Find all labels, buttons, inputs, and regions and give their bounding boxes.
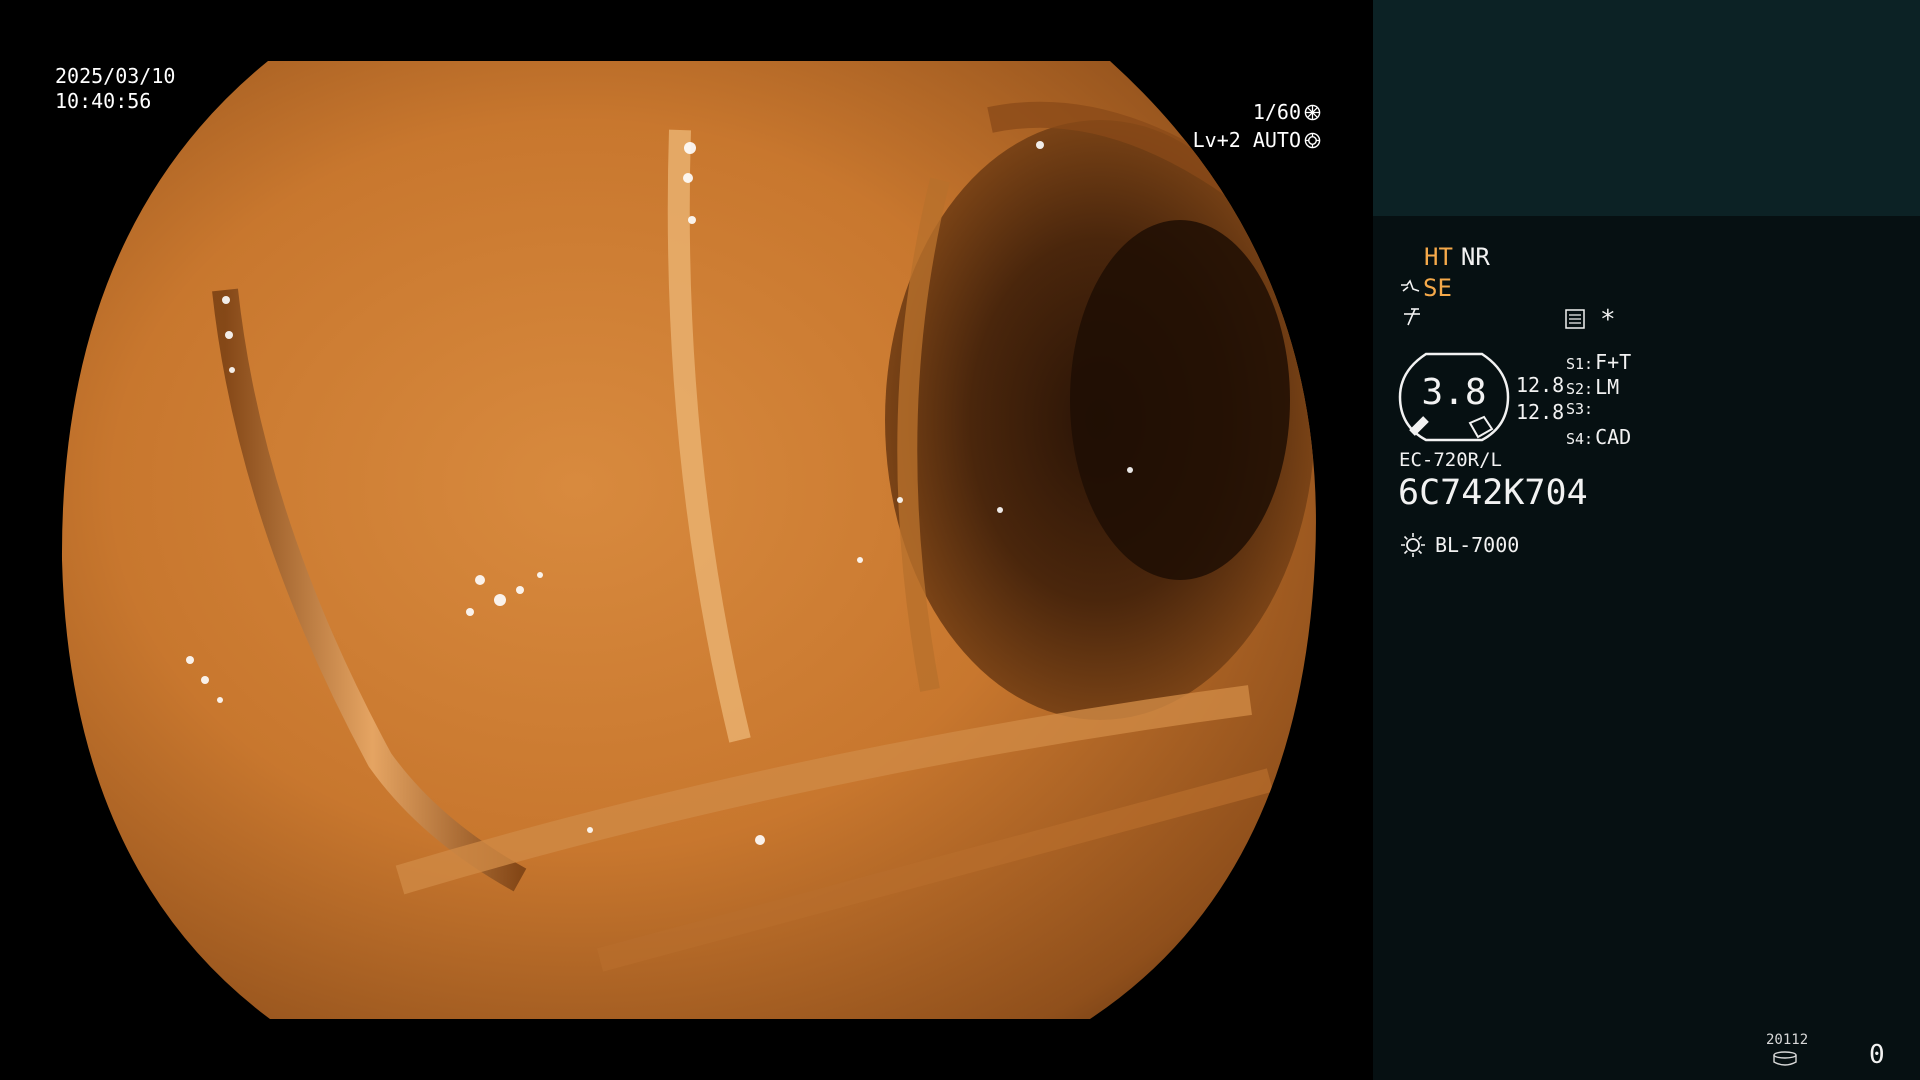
switch-setting-s3: S3: xyxy=(1566,400,1631,425)
exposure-level-readout: Lv+2 AUTO xyxy=(1193,128,1321,152)
counter-label: 20112 xyxy=(1766,1032,1809,1048)
settings-menu xyxy=(1564,308,1586,334)
switch-value: CAD xyxy=(1595,425,1632,449)
endoscopy-monitor: 2025/03/10 10:40:56 1/60 Lv+2 AUTO HTNR xyxy=(0,0,1920,1080)
switch-key: S1: xyxy=(1566,355,1594,373)
storage-icon-wrap xyxy=(1772,1051,1798,1071)
thumbnail-area xyxy=(1373,0,1920,216)
scope-serial: 6C742K704 xyxy=(1398,473,1588,513)
shutter-speed-value: 1/60 xyxy=(1252,100,1301,124)
menu-list-icon xyxy=(1565,309,1585,329)
light-source-label: BL-7000 xyxy=(1435,533,1520,557)
value-bottom: 12.8 xyxy=(1516,400,1565,424)
switch-key: S2: xyxy=(1566,380,1594,398)
shutter-icon xyxy=(1304,104,1321,120)
endoscope-view: 2025/03/10 10:40:56 1/60 Lv+2 AUTO xyxy=(0,0,1373,1080)
mode-ht: HT xyxy=(1424,243,1453,271)
gauge-value: 3.8 xyxy=(1421,372,1487,413)
counter-value: 0 xyxy=(1869,1040,1885,1070)
shutter-speed-readout: 1/60 xyxy=(1253,100,1321,124)
iris-icon xyxy=(1304,132,1321,148)
star-mark: * xyxy=(1600,305,1616,335)
switch-key: S3: xyxy=(1566,400,1594,418)
mode-se: SE xyxy=(1423,274,1452,302)
exam-time: 10:40:56 xyxy=(55,89,152,113)
switch-setting-s2: S2: LM xyxy=(1566,375,1631,400)
light-source-row: BL-7000 xyxy=(1399,531,1519,559)
switch-key: S4: xyxy=(1566,430,1594,448)
exam-date: 2025/03/10 xyxy=(55,64,176,88)
mode-nr: NR xyxy=(1460,243,1490,271)
switch-value: F+T xyxy=(1595,350,1632,374)
filter-icon xyxy=(1404,308,1420,326)
value-top: 12.8 xyxy=(1516,373,1565,397)
exposure-level-value: Lv+2 AUTO xyxy=(1192,128,1301,152)
colon-lumen-image xyxy=(61,61,1316,1019)
switch-settings-list: S1: F+T S2: LM S3: S4: CAD xyxy=(1566,350,1631,450)
switch-setting-s4: S4: CAD xyxy=(1566,425,1631,450)
info-panel: HT NR SE * 3.8 12.8 12.8 S1: F+T S2: LM … xyxy=(1373,0,1920,1080)
scope-model: EC-720R/L xyxy=(1399,449,1502,471)
image-enhancement-modes: HT NR xyxy=(1424,243,1498,271)
structure-enhancement-row: SE xyxy=(1399,274,1452,302)
enhancement-icon xyxy=(1401,279,1420,292)
storage-icon xyxy=(1773,1051,1797,1066)
switch-value: LM xyxy=(1595,375,1620,399)
filter-status xyxy=(1401,306,1423,332)
switch-setting-s1: S1: F+T xyxy=(1566,350,1631,375)
light-source-icon xyxy=(1401,533,1425,557)
